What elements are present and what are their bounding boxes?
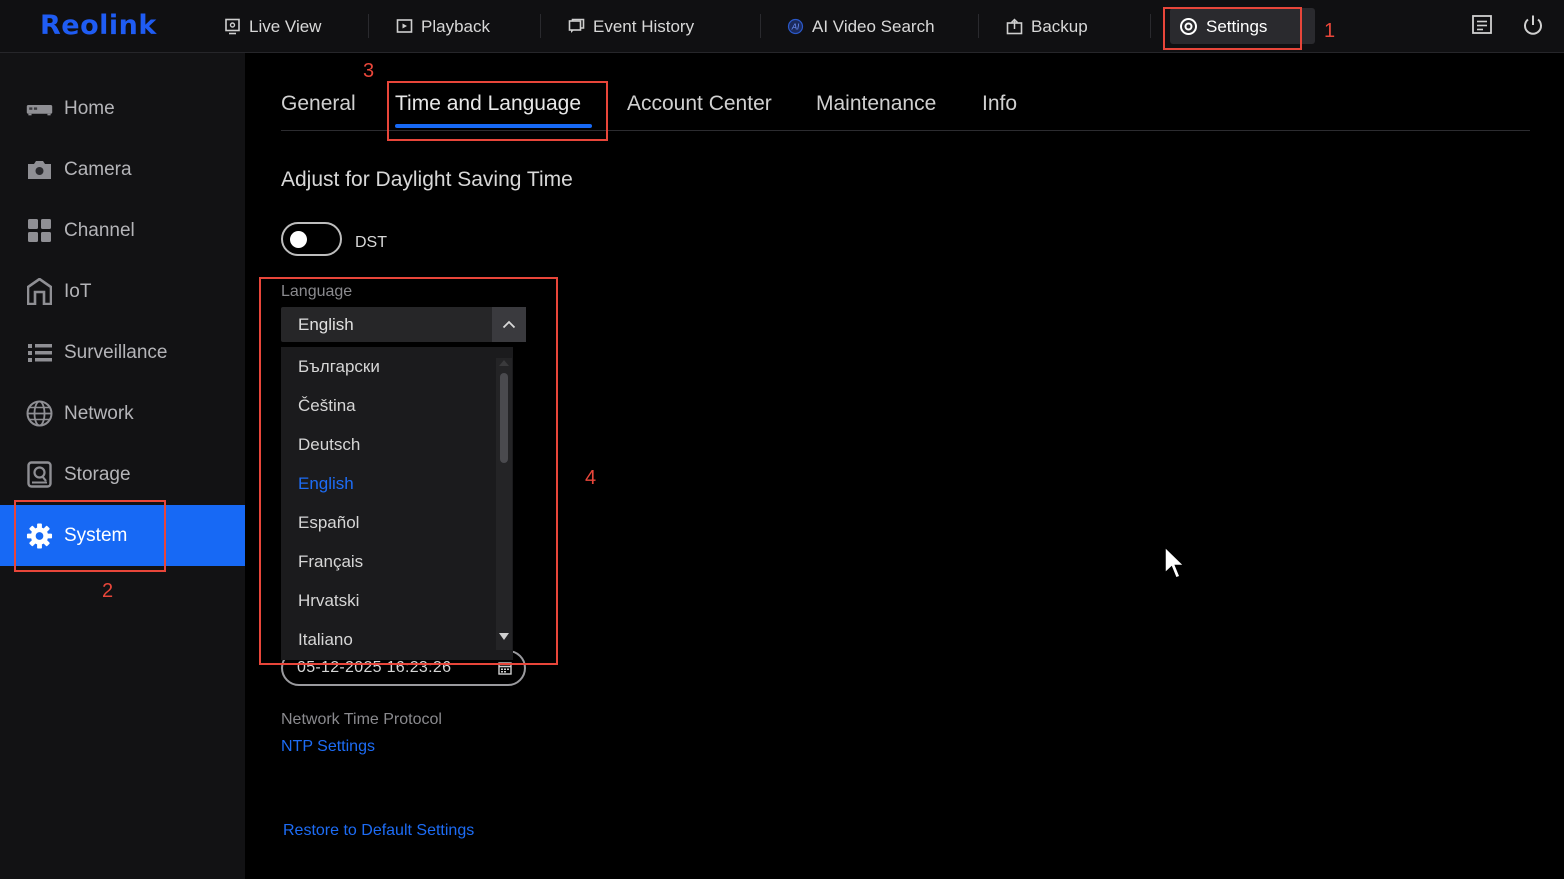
globe-icon [26, 400, 53, 427]
dst-label: DST [355, 234, 387, 251]
nav-divider [368, 14, 369, 38]
tab-account-center[interactable]: Account Center [627, 92, 772, 116]
camera-icon [26, 156, 53, 183]
annotation-box-language [259, 277, 558, 665]
sidebar-item-surveillance[interactable]: Surveillance [0, 322, 245, 383]
sidebar-item-storage[interactable]: Storage [0, 444, 245, 505]
backup-icon [1006, 18, 1023, 35]
iot-icon [26, 278, 53, 305]
nav-divider [760, 14, 761, 38]
surveillance-list-icon [26, 339, 53, 366]
playback-icon [396, 19, 413, 33]
sidebar-item-label: IoT [64, 280, 92, 302]
nav-ai-video-search[interactable]: AI AI Video Search [787, 0, 935, 53]
tab-info[interactable]: Info [982, 92, 1017, 116]
nav-backup-label: Backup [1031, 16, 1088, 36]
annotation-number: 3 [363, 60, 375, 82]
annotation-number: 1 [1324, 20, 1336, 42]
nav-backup[interactable]: Backup [1006, 0, 1088, 53]
tab-maintenance[interactable]: Maintenance [816, 92, 936, 116]
sidebar-item-channel[interactable]: Channel [0, 200, 245, 261]
monitor-icon [225, 18, 240, 35]
annotation-box-system [14, 500, 166, 572]
reolink-logo: Reolink [40, 10, 157, 41]
nav-live-view-label: Live View [249, 16, 322, 36]
sidebar-item-label: Home [64, 97, 115, 119]
dst-section-title: Adjust for Daylight Saving Time [281, 168, 573, 191]
ai-search-icon: AI [787, 18, 804, 35]
nav-playback[interactable]: Playback [396, 0, 490, 53]
sidebar-item-camera[interactable]: Camera [0, 139, 245, 200]
sidebar-item-network[interactable]: Network [0, 383, 245, 444]
tab-general[interactable]: General [281, 92, 356, 116]
channel-icon [26, 217, 53, 244]
nav-playback-label: Playback [421, 16, 490, 36]
sidebar-item-label: Storage [64, 463, 131, 485]
storage-icon [26, 461, 53, 488]
nav-event-history[interactable]: Event History [568, 0, 694, 53]
annotation-box-time-language [387, 81, 608, 141]
ntp-label: Network Time Protocol [281, 711, 442, 728]
nav-ai-video-search-label: AI Video Search [812, 16, 935, 36]
sidebar-item-label: Network [64, 402, 134, 424]
mouse-cursor-icon [1164, 545, 1186, 579]
power-icon[interactable] [1521, 13, 1545, 37]
annotation-number: 4 [585, 467, 597, 489]
nav-divider [540, 14, 541, 38]
notes-icon[interactable] [1470, 13, 1494, 37]
home-icon [26, 95, 53, 122]
sidebar: Home Camera Channel IoT Surveillance Net… [0, 53, 245, 879]
annotation-number: 2 [102, 580, 114, 602]
sidebar-item-label: Camera [64, 158, 132, 180]
dst-toggle[interactable] [281, 222, 342, 256]
nav-divider [1150, 14, 1151, 38]
restore-default-link[interactable]: Restore to Default Settings [283, 822, 474, 840]
nav-live-view[interactable]: Live View [224, 0, 321, 53]
sidebar-item-label: Surveillance [64, 341, 168, 363]
sidebar-item-label: Channel [64, 219, 135, 241]
event-history-icon [568, 18, 585, 33]
sidebar-item-iot[interactable]: IoT [0, 261, 245, 322]
nav-divider [978, 14, 979, 38]
nav-event-history-label: Event History [593, 16, 695, 36]
ntp-settings-link[interactable]: NTP Settings [281, 738, 375, 756]
sidebar-item-home[interactable]: Home [0, 78, 245, 139]
toggle-knob [290, 231, 307, 248]
annotation-box-settings [1163, 7, 1302, 50]
svg-text:AI: AI [791, 23, 800, 32]
